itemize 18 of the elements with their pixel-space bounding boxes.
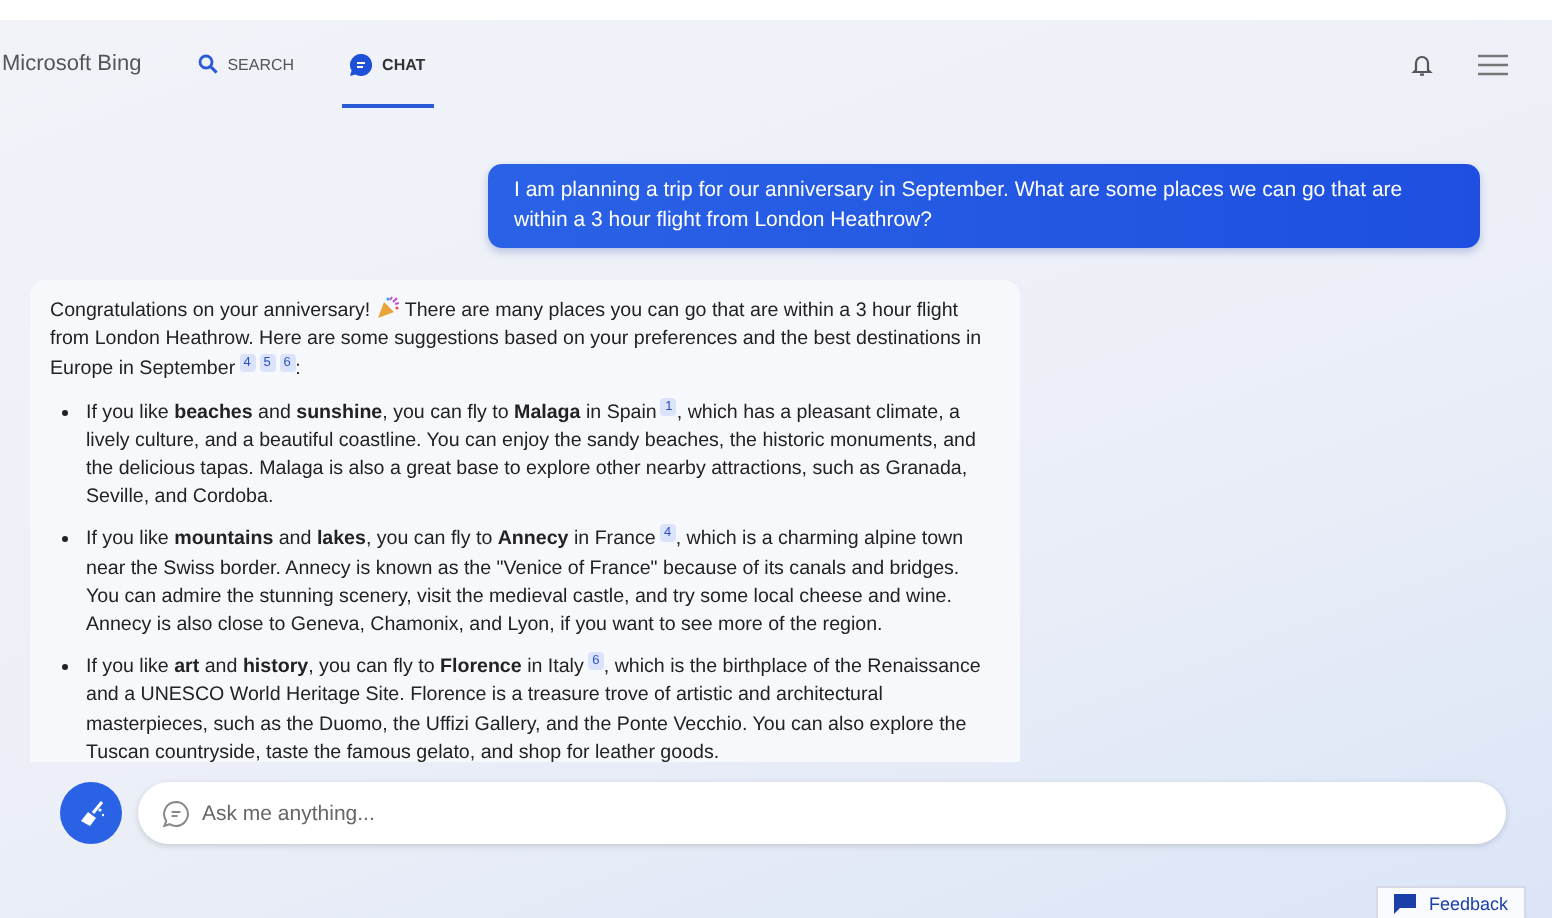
user-message: I am planning a trip for our anniversary in September. What are some places we can go that are within a 3 hour flight from London Heathrow? [488,164,1480,248]
bullet-dot [62,536,68,543]
chat-input-field[interactable]: Ask me anything... [138,782,1506,844]
bullet-dot [62,664,68,671]
chat-icon [350,53,373,75]
notification-bell-icon[interactable] [1410,51,1434,77]
bullet-dot [62,409,68,416]
nav-tab[interactable]: CHAT [342,20,434,108]
new-topic-button[interactable] [60,782,122,844]
feedback-button[interactable]: Feedback [1376,886,1526,918]
nav-tab[interactable]: SEARCH [189,20,303,108]
menu-icon[interactable] [1478,53,1508,75]
comment-icon [1394,894,1417,914]
party-popper-icon [375,296,400,320]
chat-bubble-icon [162,799,190,827]
broom-icon [75,797,107,829]
logo-text[interactable]: Microsoft Bing [2,52,142,76]
search-icon [197,54,218,74]
